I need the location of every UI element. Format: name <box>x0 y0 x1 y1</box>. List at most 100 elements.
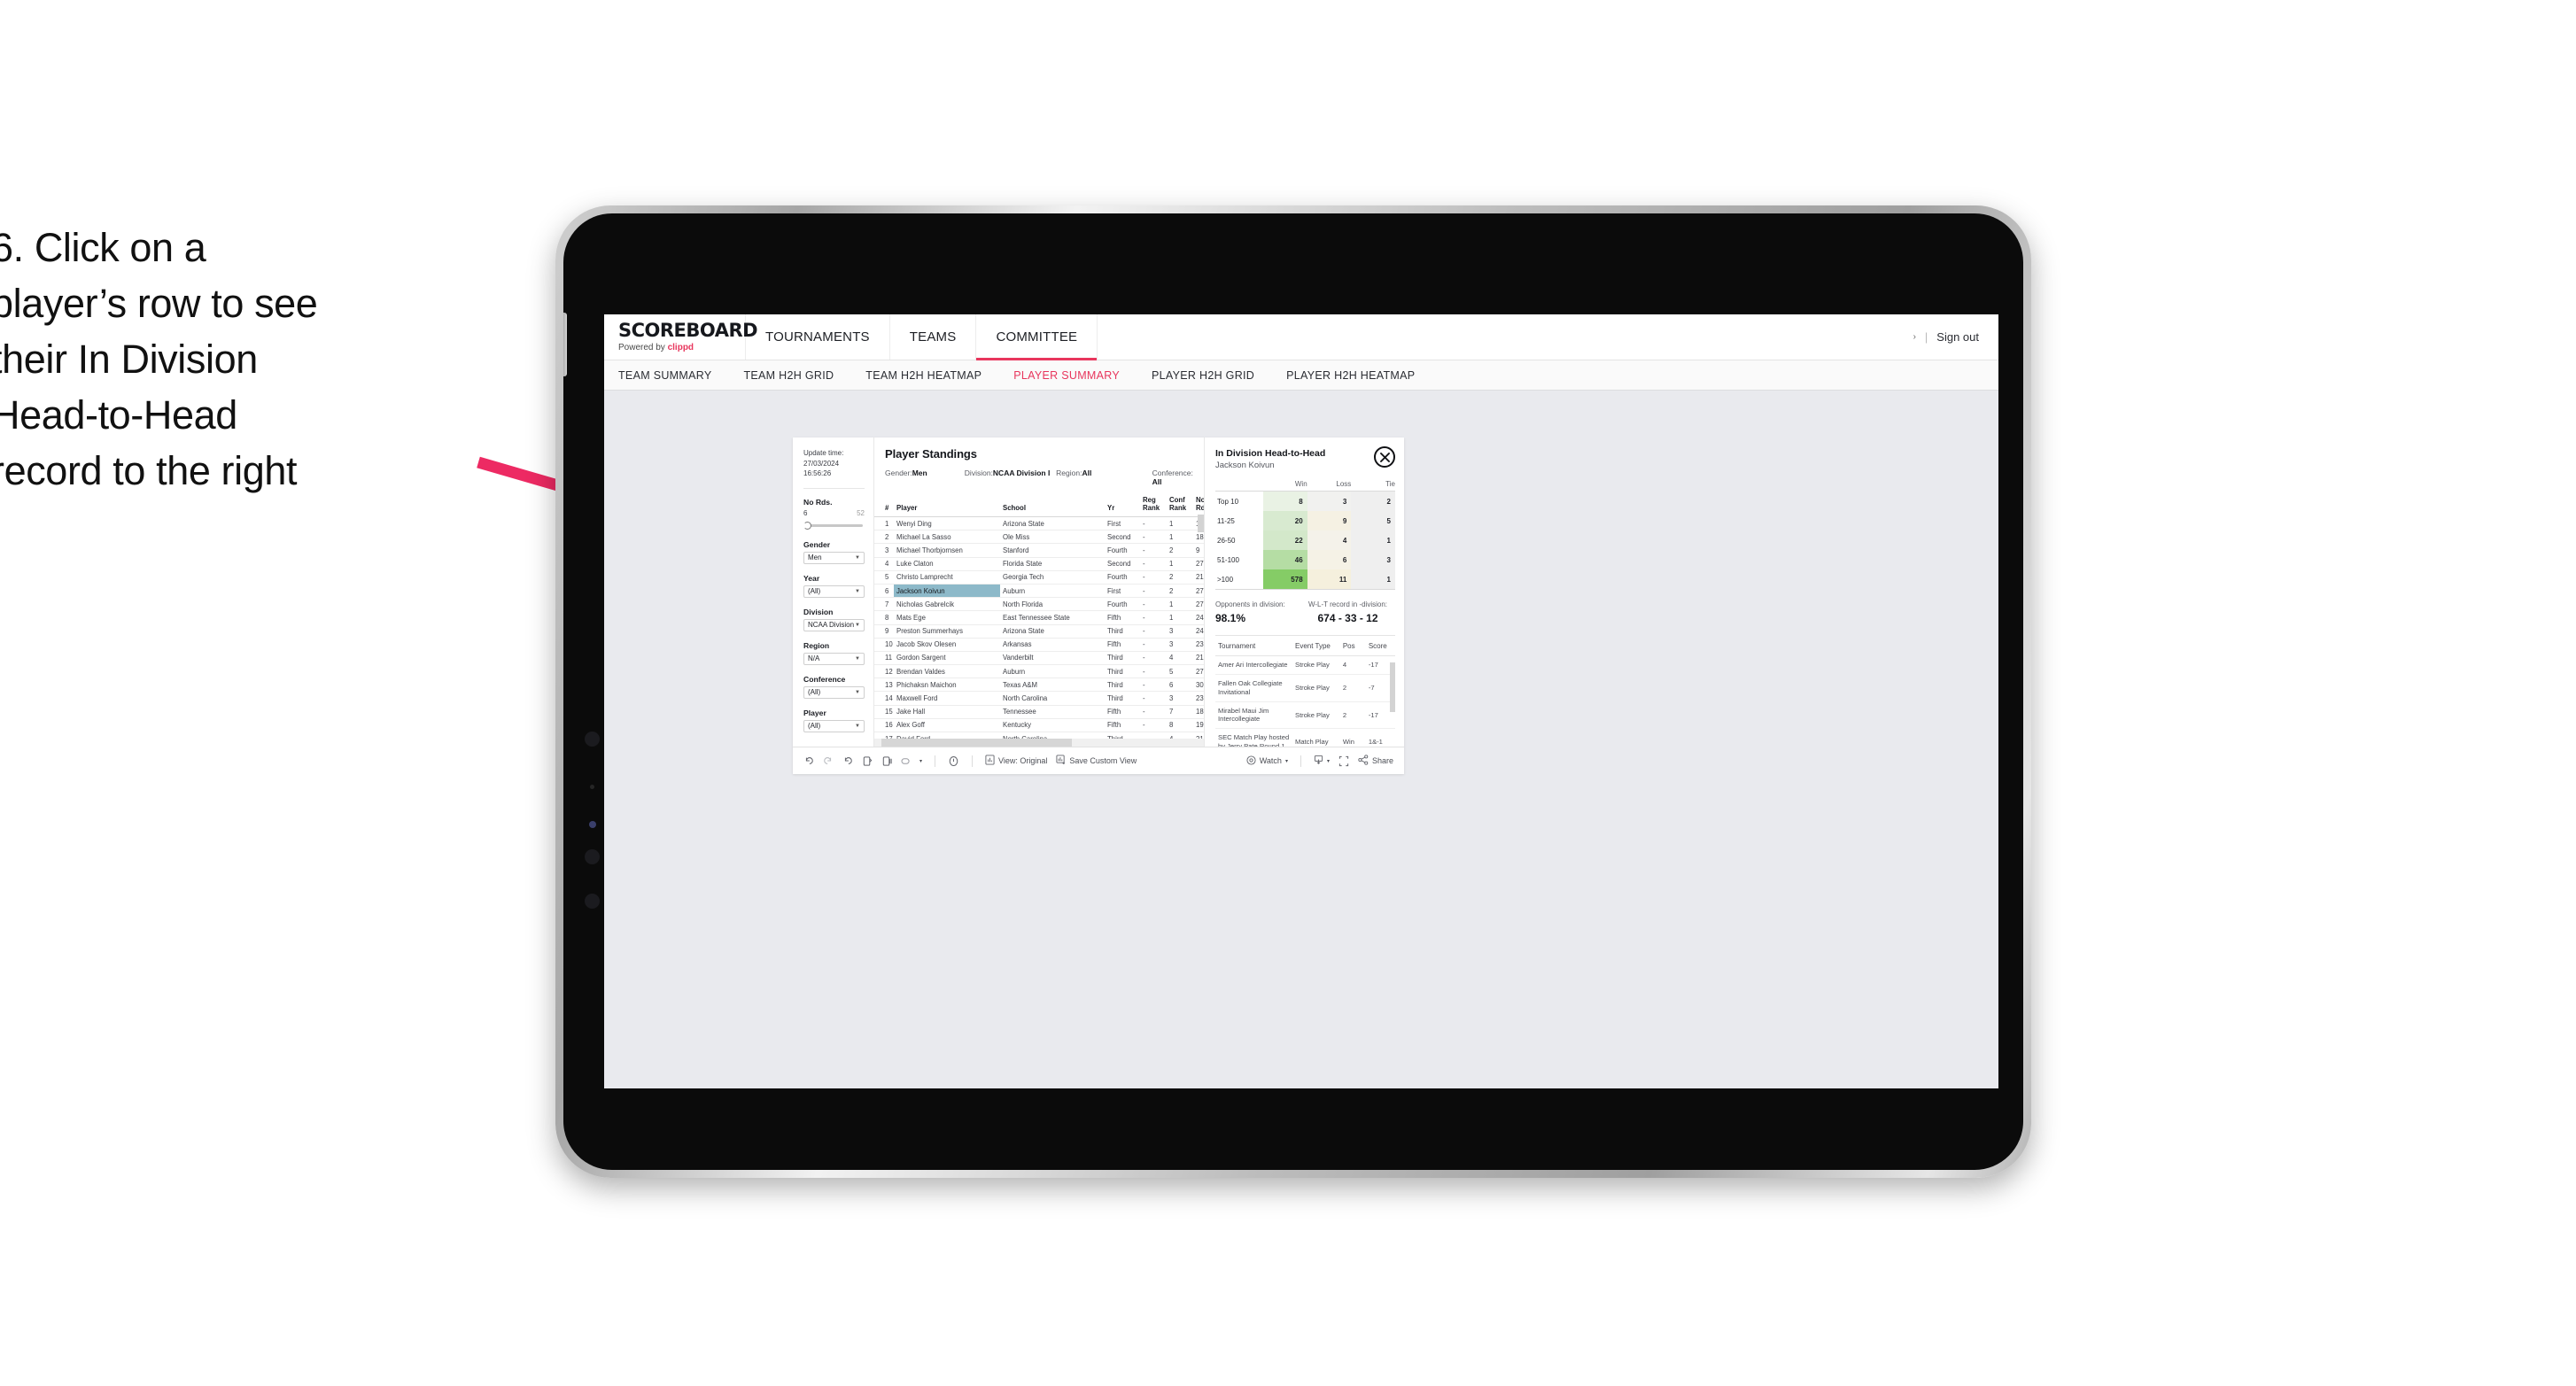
tab-player-h2h-grid[interactable]: PLAYER H2H GRID <box>1136 369 1270 382</box>
no-rounds-slider[interactable] <box>803 521 865 530</box>
list-item[interactable]: Mirabel Maui Jim Intercollegiate Stroke P… <box>1215 701 1395 730</box>
cell-reg-rank: - <box>1140 557 1167 571</box>
sign-out-link[interactable]: Sign out <box>1936 330 1979 344</box>
filter-conference-select[interactable]: (All) ▼ <box>803 685 865 699</box>
tablet-volume-button[interactable] <box>563 313 567 376</box>
cell-player: Jacob Skov Olesen <box>894 638 1000 652</box>
standings-table-scroll[interactable]: # Player School Yr Reg Rank Conf Rank No… <box>874 495 1204 739</box>
caption-line-3: their In Division <box>0 337 258 382</box>
table-row[interactable]: 8Mats EgeEast Tennessee StateFifth-1242 <box>874 610 1204 625</box>
share-button[interactable]: Share <box>1358 755 1393 767</box>
table-row[interactable]: 17David FordNorth CarolinaThird-4211 <box>874 732 1204 739</box>
view-original-button[interactable]: View: Original <box>985 755 1047 767</box>
table-row[interactable]: 3Michael ThorbjornsenStanfordFourth-291 <box>874 543 1204 558</box>
revert-icon[interactable] <box>842 755 853 766</box>
powered-prefix: Powered by <box>618 343 668 352</box>
table-row[interactable]: 16Alex GoffKentuckyFifth-8190 <box>874 718 1204 733</box>
standings-hscroll-thumb[interactable] <box>881 739 1072 747</box>
col-reg-rank[interactable]: Reg Rank <box>1140 495 1167 517</box>
alert-icon[interactable] <box>948 755 959 767</box>
list-item[interactable]: Amer Ari Intercollegiate Stroke Play 4 -17 <box>1215 655 1395 675</box>
watch-button[interactable]: Watch ▾ <box>1246 755 1288 767</box>
cell-reg-rank: - <box>1140 516 1167 531</box>
table-row[interactable]: 4Luke ClatonFlorida StateSecond-1272 <box>874 557 1204 571</box>
table-row[interactable]: 6Jackson KoivunAuburnFirst-2271 <box>874 584 1204 599</box>
app-header: SCOREBOARD Powered by clippd TOURNAMENTS… <box>604 314 1998 360</box>
chevron-down-icon[interactable]: ▾ <box>919 758 922 764</box>
col-school[interactable]: School <box>1000 495 1105 517</box>
nav-item-teams[interactable]: TEAMS <box>890 314 977 360</box>
meta-conference-value: All <box>1152 477 1162 486</box>
filter-player-label: Player <box>803 708 826 717</box>
cell-school: Arkansas <box>1000 638 1105 652</box>
account-chevron-icon[interactable]: › <box>1913 332 1916 342</box>
list-item[interactable]: Fallen Oak Collegiate Invitational Stroke… <box>1215 674 1395 702</box>
list-item[interactable]: SEC Match Play hosted by Jerry Pate Roun… <box>1215 728 1395 747</box>
cell-year: Third <box>1105 678 1140 693</box>
filter-player-select[interactable]: (All) ▼ <box>803 719 865 732</box>
tab-team-h2h-grid[interactable]: TEAM H2H GRID <box>727 369 850 382</box>
col-rank[interactable]: # <box>874 495 894 517</box>
table-row[interactable]: 2Michael La SassoOle MissSecond-1180 <box>874 530 1204 545</box>
meta-region-label: Region: <box>1056 468 1082 477</box>
filter-division-select[interactable]: NCAA Division I ▼ <box>803 618 865 631</box>
filter-conference-label: Conference <box>803 674 846 684</box>
col-player[interactable]: Player <box>894 495 1000 517</box>
col-tournament[interactable]: Tournament <box>1215 636 1292 656</box>
cell-conf-rank: 8 <box>1167 718 1193 733</box>
filter-year-select[interactable]: (All) ▼ <box>803 585 865 598</box>
cell-player: Alex Goff <box>894 718 1000 733</box>
chevron-down-icon: ▼ <box>855 588 860 594</box>
standings-horizontal-scrollbar[interactable] <box>874 739 1204 747</box>
col-event-type[interactable]: Event Type <box>1292 636 1340 656</box>
col-score[interactable]: Score <box>1365 636 1395 656</box>
table-row[interactable]: 5 Christo Lamprecht Georgia Tech Fourth -2 21… <box>874 570 1204 585</box>
table-row[interactable]: 13Phichaksn MaichonTexas A&MThird-6301 <box>874 678 1204 693</box>
fullscreen-icon[interactable] <box>1338 755 1349 767</box>
col-year[interactable]: Yr <box>1105 495 1140 517</box>
tab-team-h2h-heatmap[interactable]: TEAM H2H HEATMAP <box>850 369 997 382</box>
close-x-glyph <box>1379 452 1390 462</box>
slider-track <box>807 523 863 527</box>
cell-player: David Ford <box>894 732 1000 739</box>
pause-auto-update-icon[interactable] <box>881 755 892 767</box>
redo-icon[interactable] <box>823 755 834 766</box>
tab-player-h2h-heatmap[interactable]: PLAYER H2H HEATMAP <box>1270 369 1431 382</box>
tournament-list-scroll[interactable]: Tournament Event Type Pos Score Amer Ari… <box>1215 635 1395 747</box>
col-conf-rank[interactable]: Conf Rank <box>1167 495 1193 517</box>
tab-player-summary[interactable]: PLAYER SUMMARY <box>997 369 1136 382</box>
table-row[interactable]: 9 Preston Summerhays Arizona State Third -3 2… <box>874 624 1204 639</box>
col-pos[interactable]: Pos <box>1339 636 1366 656</box>
table-row[interactable]: 7 Nicholas Gabrelcik North Florida Fourth -1… <box>874 597 1204 612</box>
undo-icon[interactable] <box>803 755 814 766</box>
table-row[interactable]: 1Wenyi DingArizona StateFirst-1151 <box>874 516 1204 531</box>
col-no-rds[interactable]: No Rds. <box>1193 495 1204 517</box>
cell-event-type: Stroke Play <box>1292 674 1340 702</box>
brand-logo[interactable]: SCOREBOARD Powered by clippd <box>604 314 758 360</box>
table-row[interactable]: 12Brendan ValdesAuburnThird-5270 <box>874 664 1204 679</box>
standings-vertical-scrollbar[interactable] <box>1198 515 1204 532</box>
stat-wlt-label: W-L-T record in -division: <box>1307 600 1388 608</box>
nav-item-committee[interactable]: COMMITTEE <box>976 314 1098 360</box>
close-icon[interactable] <box>1374 446 1395 468</box>
table-row[interactable]: 10Jacob Skov OlesenArkansasFifth-3230 <box>874 638 1204 652</box>
filter-region-select[interactable]: N/A ▼ <box>803 652 865 665</box>
table-row[interactable]: 15Jake HallTennesseeFifth-7180 <box>874 705 1204 719</box>
standings-table: # Player School Yr Reg Rank Conf Rank No… <box>874 495 1204 739</box>
filter-gender-select[interactable]: Men ▼ <box>803 551 865 564</box>
stat-wlt-record: W-L-T record in -division: 674 - 33 - 12 <box>1300 600 1395 624</box>
download-button[interactable]: ▾ <box>1314 755 1330 767</box>
table-row[interactable]: 14Maxwell FordNorth CarolinaThird-3230 <box>874 691 1204 706</box>
slider-handle[interactable] <box>803 521 811 530</box>
table-row[interactable]: 11Gordon SargentVanderbiltThird-4210 <box>874 651 1204 666</box>
tab-team-summary[interactable]: TEAM SUMMARY <box>618 369 727 382</box>
shape-icon[interactable] <box>901 757 911 765</box>
h2h-header-row: Win Loss Tie <box>1215 480 1395 492</box>
refresh-data-icon[interactable] <box>862 755 873 767</box>
nav-item-tournaments[interactable]: TOURNAMENTS <box>746 314 890 360</box>
caption-line-1: 6. Click on a <box>0 225 206 270</box>
save-custom-view-button[interactable]: Save Custom View <box>1056 755 1137 767</box>
cell-no-rds: 9 <box>1193 543 1204 558</box>
cell-reg-rank: - <box>1140 691 1167 706</box>
tournament-vertical-scrollbar[interactable] <box>1390 662 1395 712</box>
